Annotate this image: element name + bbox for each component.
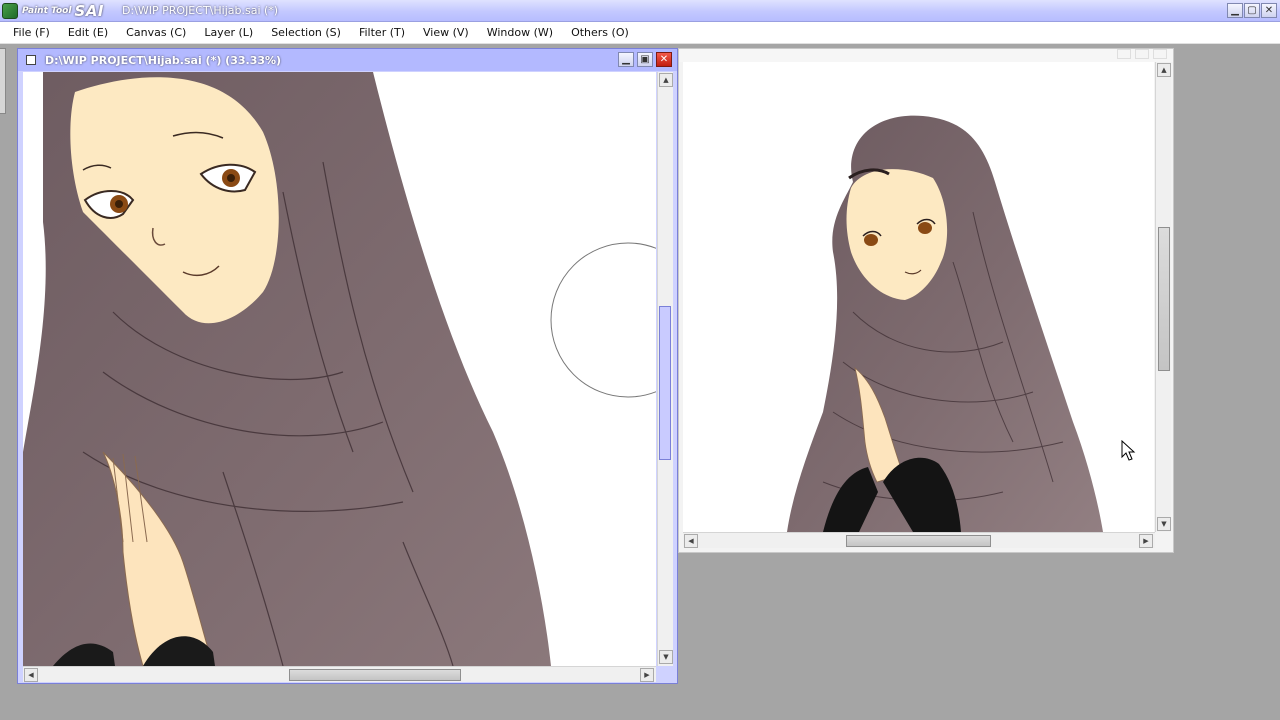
navigator-window: ▲ ▼ ◀ ▶ (678, 48, 1174, 553)
menu-window[interactable]: Window (W) (478, 22, 562, 44)
down-arrow-icon: ▼ (1161, 519, 1167, 528)
nav-scroll-up-button[interactable]: ▲ (1157, 63, 1171, 77)
navigator-close-button[interactable] (1153, 49, 1167, 59)
app-logo: Paint Tool SAI (2, 2, 112, 20)
left-arrow-icon: ◀ (688, 536, 694, 545)
app-title: D:\WIP PROJECT\Hijab.sai (*) (122, 4, 279, 17)
minimize-icon: ▁ (622, 54, 630, 65)
menubar: File (F) Edit (E) Canvas (C) Layer (L) S… (0, 22, 1280, 44)
navigator-minimize-button[interactable] (1117, 49, 1131, 59)
navigator-titlebar[interactable] (679, 49, 1173, 62)
logo-big-text: SAI (74, 2, 104, 20)
up-arrow-icon: ▲ (1161, 65, 1167, 74)
app-logo-icon (2, 3, 18, 19)
up-arrow-icon: ▲ (663, 75, 669, 84)
canvas-window-titlebar[interactable]: D:\WIP PROJECT\Hijab.sai (*) (33.33%) ▁ … (18, 49, 677, 71)
canvas-horizontal-thumb[interactable] (289, 669, 461, 681)
artwork-full-view (787, 115, 1103, 532)
canvas-vertical-thumb[interactable] (659, 306, 671, 460)
app-maximize-button[interactable]: ▢ (1244, 3, 1260, 18)
canvas-horizontal-scrollbar[interactable]: ◀ ▶ (23, 666, 656, 682)
app-titlebar: Paint Tool SAI D:\WIP PROJECT\Hijab.sai … (0, 0, 1280, 22)
close-icon: ✕ (1264, 4, 1274, 16)
brush-cursor-icon (550, 242, 656, 398)
maximize-icon: ▢ (1247, 4, 1257, 16)
drawing-canvas[interactable] (23, 72, 656, 666)
minimize-icon: ▁ (1231, 4, 1239, 16)
hidden-panel-edge[interactable] (0, 48, 6, 114)
menu-view[interactable]: View (V) (414, 22, 478, 44)
canvas-window: D:\WIP PROJECT\Hijab.sai (*) (33.33%) ▁ … (17, 48, 678, 684)
app-close-button[interactable]: ✕ (1261, 3, 1277, 18)
mouse-pointer-icon (1121, 440, 1136, 461)
scroll-down-button[interactable]: ▼ (659, 650, 673, 664)
logo-small-text: Paint Tool (22, 6, 72, 16)
nav-scroll-left-button[interactable]: ◀ (684, 534, 698, 548)
canvas-close-button[interactable]: ✕ (656, 52, 672, 67)
down-arrow-icon: ▼ (663, 652, 669, 661)
menu-filter[interactable]: Filter (T) (350, 22, 414, 44)
menu-edit[interactable]: Edit (E) (59, 22, 117, 44)
right-arrow-icon: ▶ (644, 670, 650, 679)
nav-scroll-down-button[interactable]: ▼ (1157, 517, 1171, 531)
document-icon (26, 55, 36, 65)
menu-file[interactable]: File (F) (4, 22, 59, 44)
close-icon: ✕ (659, 54, 669, 65)
menu-selection[interactable]: Selection (S) (262, 22, 350, 44)
navigator-vertical-scrollbar[interactable]: ▲ ▼ (1155, 62, 1171, 532)
menu-canvas[interactable]: Canvas (C) (117, 22, 195, 44)
navigator-canvas[interactable] (683, 62, 1154, 532)
canvas-vertical-scrollbar[interactable]: ▲ ▼ (657, 72, 673, 666)
canvas-window-title: D:\WIP PROJECT\Hijab.sai (*) (33.33%) (45, 54, 282, 67)
right-arrow-icon: ▶ (1143, 536, 1149, 545)
scroll-left-button[interactable]: ◀ (24, 668, 38, 682)
menu-others[interactable]: Others (O) (562, 22, 638, 44)
navigator-horizontal-scrollbar[interactable]: ◀ ▶ (683, 532, 1155, 548)
menu-layer[interactable]: Layer (L) (195, 22, 262, 44)
nav-scroll-right-button[interactable]: ▶ (1139, 534, 1153, 548)
canvas-minimize-button[interactable]: ▁ (618, 52, 634, 67)
scroll-up-button[interactable]: ▲ (659, 73, 673, 87)
scroll-right-button[interactable]: ▶ (640, 668, 654, 682)
left-arrow-icon: ◀ (28, 670, 34, 679)
navigator-vertical-thumb[interactable] (1158, 227, 1170, 371)
canvas-maximize-button[interactable]: ▣ (637, 52, 653, 67)
app-minimize-button[interactable]: ▁ (1227, 3, 1243, 18)
maximize-icon: ▣ (640, 54, 650, 65)
navigator-horizontal-thumb[interactable] (846, 535, 991, 547)
navigator-maximize-button[interactable] (1135, 49, 1149, 59)
